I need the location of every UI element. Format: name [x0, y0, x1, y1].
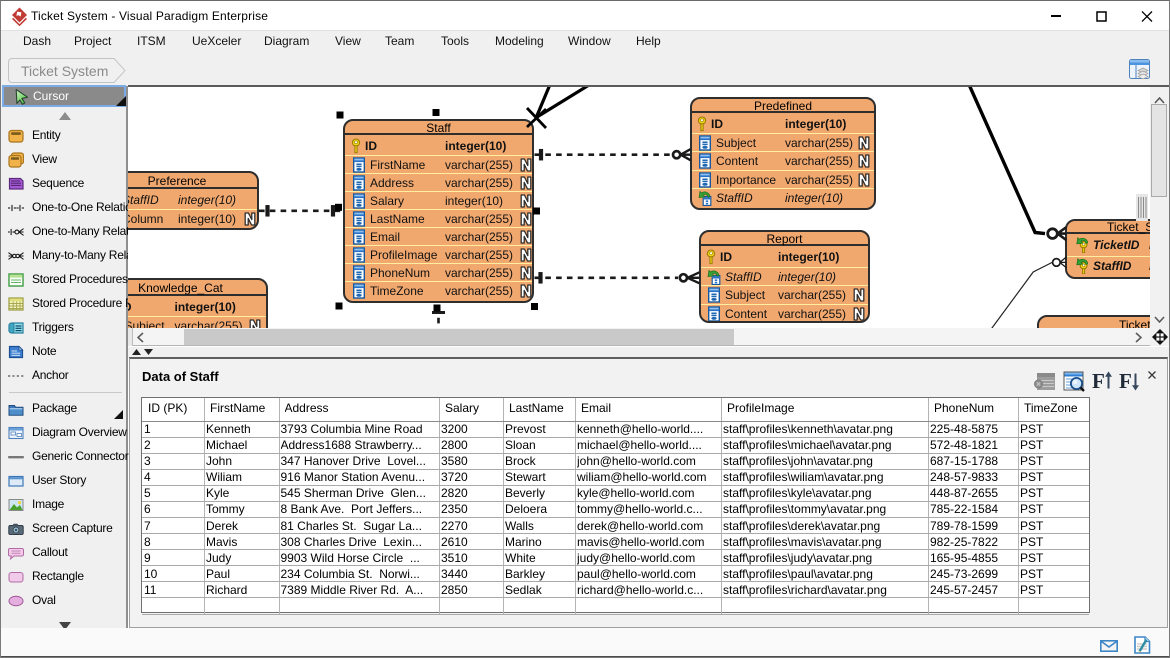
svg-text:F: F [1092, 371, 1105, 391]
svg-text:F: F [1119, 371, 1132, 391]
